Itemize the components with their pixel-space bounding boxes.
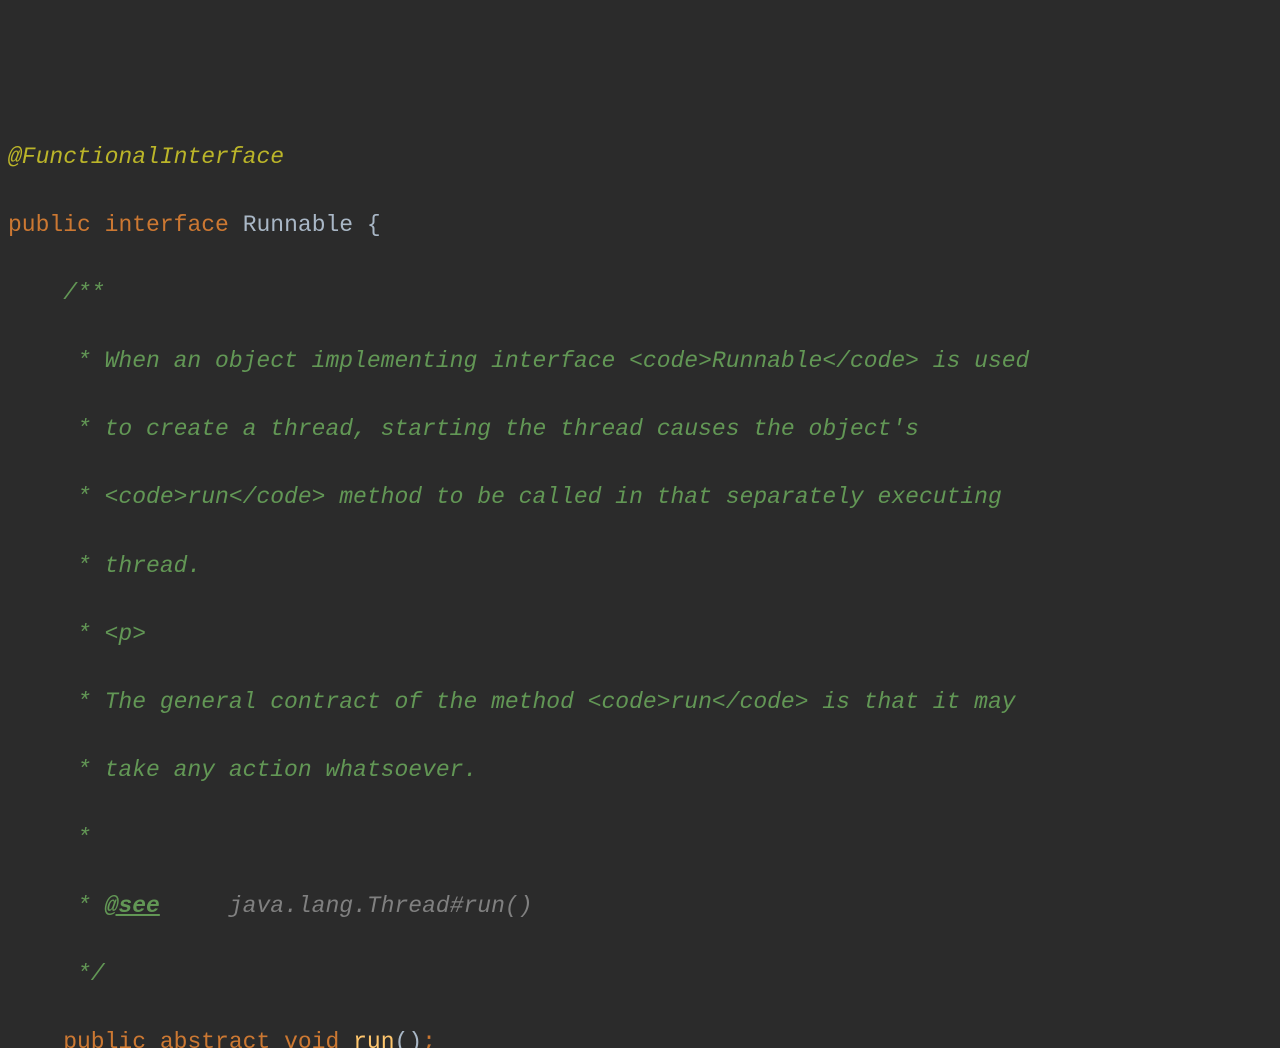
javadoc-see-tag: @see bbox=[105, 893, 160, 919]
javadoc-line-4: * thread. bbox=[8, 549, 1272, 583]
javadoc-text: * bbox=[63, 825, 91, 851]
javadoc-text: * When an object implementing interface … bbox=[63, 348, 1029, 374]
space bbox=[91, 212, 105, 238]
javadoc-text: * <p> bbox=[63, 621, 146, 647]
javadoc-close: */ bbox=[8, 957, 1272, 991]
javadoc-text: * thread. bbox=[63, 553, 201, 579]
public-keyword: public bbox=[63, 1029, 146, 1048]
open-brace: { bbox=[353, 212, 381, 238]
javadoc-see-reference: java.lang.Thread#run() bbox=[229, 893, 533, 919]
javadoc-text: * to create a thread, starting the threa… bbox=[63, 416, 919, 442]
javadoc-line-5: * <p> bbox=[8, 617, 1272, 651]
space bbox=[229, 212, 243, 238]
interface-keyword: interface bbox=[105, 212, 229, 238]
javadoc-line-3: * <code>run</code> method to be called i… bbox=[8, 480, 1272, 514]
annotation-line: @FunctionalInterface bbox=[8, 140, 1272, 174]
javadoc-text: * take any action whatsoever. bbox=[63, 757, 477, 783]
javadoc-open: /** bbox=[8, 276, 1272, 310]
javadoc-line-2: * to create a thread, starting the threa… bbox=[8, 412, 1272, 446]
method-parens: () bbox=[395, 1029, 423, 1048]
space bbox=[270, 1029, 284, 1048]
javadoc-spaces bbox=[160, 893, 229, 919]
method-declaration-line: public abstract void run(); bbox=[8, 1025, 1272, 1048]
abstract-keyword: abstract bbox=[160, 1029, 270, 1048]
javadoc-text: * The general contract of the method <co… bbox=[63, 689, 1015, 715]
run-method-name: run bbox=[353, 1029, 394, 1048]
space bbox=[146, 1029, 160, 1048]
javadoc-line-7: * take any action whatsoever. bbox=[8, 753, 1272, 787]
javadoc-line-8: * bbox=[8, 821, 1272, 855]
public-keyword: public bbox=[8, 212, 91, 238]
javadoc-close-tag: */ bbox=[63, 961, 104, 987]
functional-interface-annotation: @FunctionalInterface bbox=[8, 144, 284, 170]
javadoc-text: * <code>run</code> method to be called i… bbox=[63, 484, 1002, 510]
void-keyword: void bbox=[284, 1029, 339, 1048]
space bbox=[339, 1029, 353, 1048]
semicolon: ; bbox=[422, 1029, 436, 1048]
interface-declaration-line: public interface Runnable { bbox=[8, 208, 1272, 242]
class-name: Runnable bbox=[243, 212, 353, 238]
javadoc-star: * bbox=[63, 893, 104, 919]
javadoc-line-6: * The general contract of the method <co… bbox=[8, 685, 1272, 719]
javadoc-open-tag: /** bbox=[63, 280, 104, 306]
javadoc-line-1: * When an object implementing interface … bbox=[8, 344, 1272, 378]
javadoc-see-line: * @see java.lang.Thread#run() bbox=[8, 889, 1272, 923]
